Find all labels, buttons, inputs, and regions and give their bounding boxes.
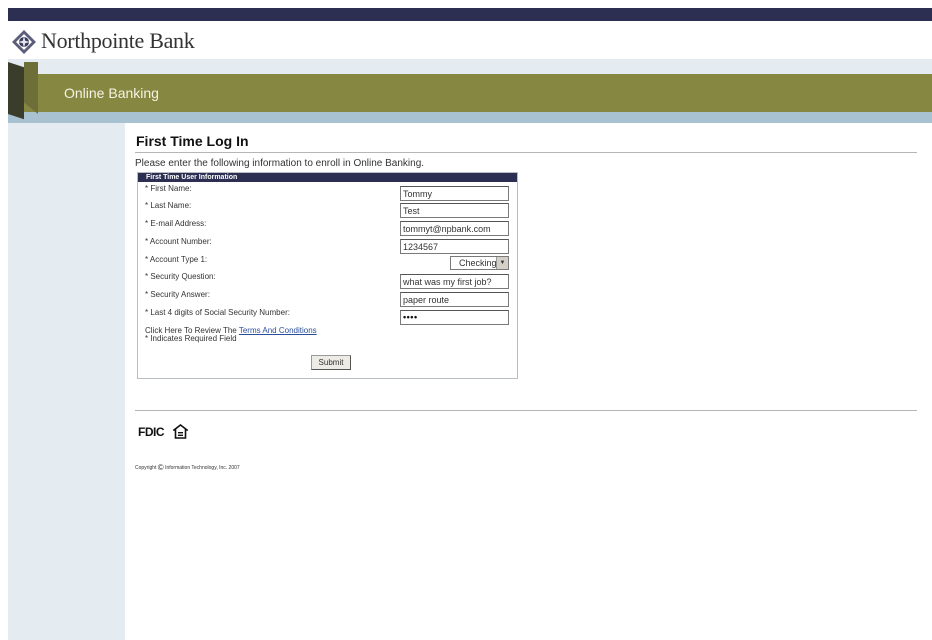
copyright-line: Copyright © Information Technology, Inc.… <box>135 463 240 472</box>
form-header: First Time User Information <box>138 173 517 182</box>
account-type-row: * Account Type 1: Checking ▼ <box>138 255 517 272</box>
page: Northpointe Bank Online Banking First Ti… <box>0 0 932 640</box>
security-question-input[interactable]: what was my first job? <box>400 274 509 289</box>
copyright-icon: © <box>157 463 164 472</box>
submit-button[interactable]: Submit <box>311 355 351 370</box>
nav-underline-band <box>8 112 932 123</box>
compass-diamond-icon <box>12 30 36 54</box>
account-type-value: Checking <box>459 258 497 268</box>
header-spacer <box>8 59 932 74</box>
top-bar <box>8 8 932 21</box>
ssn-label: * Last 4 digits of Social Security Numbe… <box>145 308 290 317</box>
brand-header: Northpointe Bank <box>8 21 932 59</box>
nav-title: Online Banking <box>64 85 159 101</box>
brand-name: Northpointe Bank <box>41 28 195 53</box>
security-answer-label: * Security Answer: <box>145 290 210 299</box>
email-input[interactable]: tommyt@npbank.com <box>400 221 509 236</box>
email-label: * E-mail Address: <box>145 219 207 228</box>
first-name-label: * First Name: <box>145 184 192 193</box>
account-type-select[interactable]: Checking ▼ <box>450 256 509 270</box>
account-number-row: * Account Number: 1234567 <box>138 237 517 254</box>
security-answer-row: * Security Answer: paper route <box>138 290 517 307</box>
terms-and-conditions-link[interactable]: Terms And Conditions <box>239 326 317 335</box>
account-number-label: * Account Number: <box>145 237 212 246</box>
enrollment-form: First Time User Information * First Name… <box>137 172 518 379</box>
required-field-note: * Indicates Required Field <box>145 334 237 343</box>
last-name-input[interactable]: Test <box>400 203 509 218</box>
footer-divider <box>135 410 917 411</box>
title-divider <box>135 152 917 153</box>
page-title: First Time Log In <box>136 133 249 149</box>
last-name-row: * Last Name: Test <box>138 201 517 218</box>
last-name-label: * Last Name: <box>145 201 192 210</box>
account-type-label: * Account Type 1: <box>145 255 208 264</box>
intro-text: Please enter the following information t… <box>135 158 425 169</box>
security-question-label: * Security Question: <box>145 272 216 281</box>
fdic-logo: FDIC <box>138 425 165 439</box>
security-question-row: * Security Question: what was my first j… <box>138 272 517 289</box>
equal-housing-lender-icon <box>173 424 188 439</box>
copyright-text: Information Technology, Inc. 2007 <box>165 464 240 471</box>
header-accent-dark <box>8 62 24 120</box>
ssn-row: * Last 4 digits of Social Security Numbe… <box>138 308 517 325</box>
security-answer-input[interactable]: paper route <box>400 292 509 307</box>
first-name-input[interactable]: Tommy <box>400 186 509 201</box>
sidebar <box>8 123 125 640</box>
dropdown-arrow-icon[interactable]: ▼ <box>496 257 508 269</box>
ssn-password-input[interactable]: •••• <box>400 310 509 325</box>
account-number-input[interactable]: 1234567 <box>400 239 509 254</box>
first-name-row: * First Name: Tommy <box>138 184 517 201</box>
copyright-prefix: Copyright <box>135 464 157 471</box>
email-row: * E-mail Address: tommyt@npbank.com <box>138 219 517 236</box>
nav-band: Online Banking <box>8 74 932 112</box>
